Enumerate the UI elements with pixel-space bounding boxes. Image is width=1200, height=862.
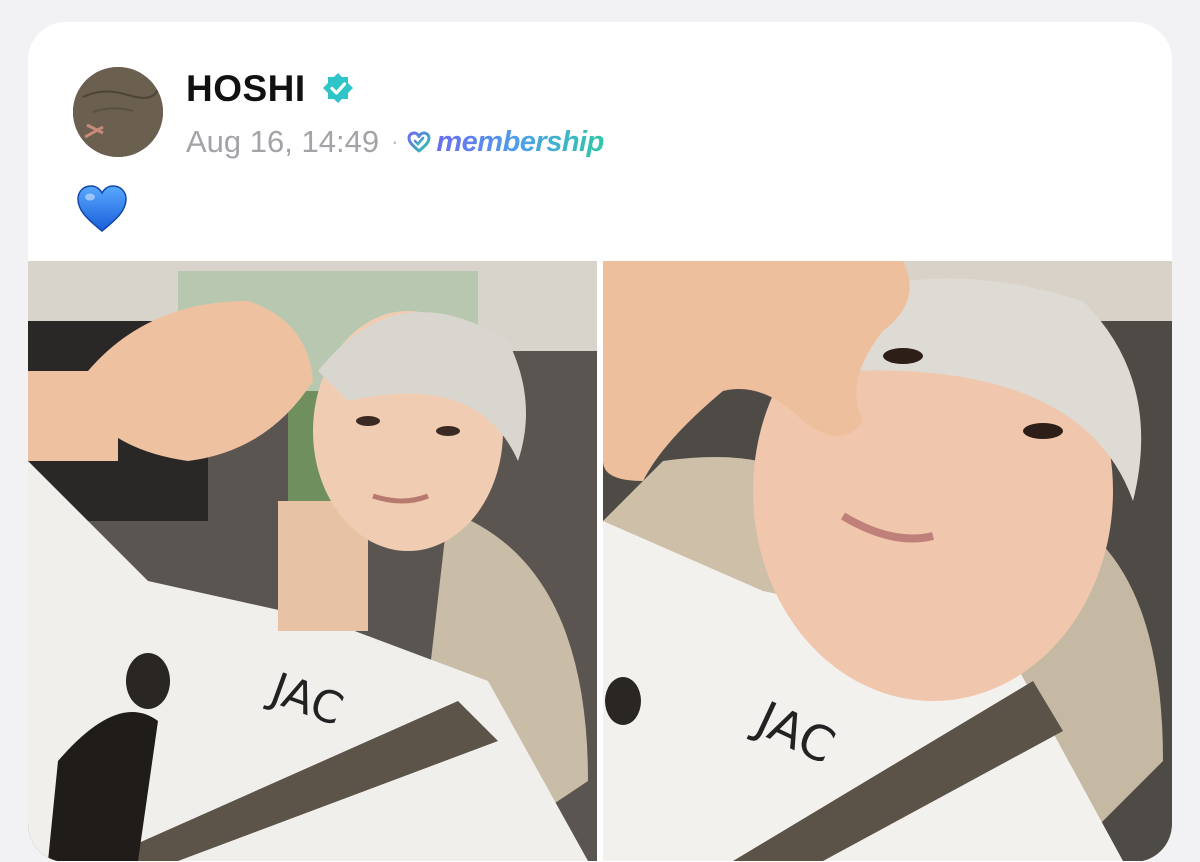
selfie-photo-1-image: JAC — [28, 261, 597, 861]
membership-heart-icon — [407, 131, 431, 153]
selfie-photo-2-image: JAC — [603, 261, 1172, 861]
blue-heart-icon — [77, 185, 127, 232]
author-name[interactable]: HOSHI — [186, 68, 306, 110]
selfie-photo-2[interactable]: JAC — [603, 261, 1172, 861]
avatar-image — [73, 67, 163, 157]
avatar[interactable] — [73, 67, 163, 157]
verified-badge-icon — [323, 73, 353, 103]
selfie-photo-1[interactable]: JAC — [28, 261, 597, 861]
post-meta: Aug 16, 14:49 · membership — [186, 122, 604, 162]
membership-badge[interactable]: membership — [436, 123, 604, 161]
meta-separator: · — [391, 129, 399, 154]
post-card: HOSHI Aug 16, 14:49 · membership JAC JAC — [28, 22, 1172, 862]
post-timestamp: Aug 16, 14:49 — [186, 124, 380, 159]
